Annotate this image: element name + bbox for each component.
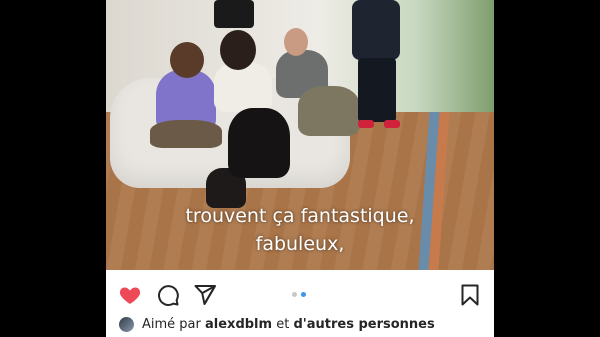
share-button[interactable] <box>193 283 217 307</box>
person-seated-2-head <box>220 30 256 70</box>
liker-username-link[interactable]: alexdblm <box>205 317 272 332</box>
liker-avatar[interactable] <box>119 317 134 332</box>
send-icon <box>194 285 216 305</box>
likes-others-link[interactable]: d'autres personnes <box>293 317 434 332</box>
comment-icon <box>158 285 179 306</box>
person-standing-legs <box>358 58 396 122</box>
post-action-bar <box>106 271 494 317</box>
like-button[interactable] <box>118 283 142 307</box>
subtitle-line-2: fabuleux, <box>255 233 345 255</box>
likes-connector: et <box>276 317 290 332</box>
person-standing-shoe <box>384 120 400 128</box>
subtitle-line-1: trouvent ça fantastique, <box>185 205 415 227</box>
person-background <box>214 0 254 28</box>
person-seated-2 <box>214 62 272 112</box>
instagram-post: trouvent ça fantastique, fabuleux, Aimé … <box>106 0 494 337</box>
person-standing-shoe <box>358 120 374 128</box>
person-standing <box>352 0 400 60</box>
likes-summary: Aimé par alexdblm et d'autres personnes <box>118 316 494 336</box>
carousel-dot <box>292 292 297 297</box>
carousel-dot-active <box>301 292 306 297</box>
comment-button[interactable] <box>156 283 180 307</box>
post-video[interactable]: trouvent ça fantastique, fabuleux, <box>106 0 494 270</box>
save-button[interactable] <box>458 283 482 307</box>
heart-filled-icon <box>119 287 141 304</box>
person-seated-3-pants <box>298 86 360 136</box>
person-seated-1-skirt <box>150 120 222 148</box>
person-seated-3-head <box>284 28 308 56</box>
person-seated-2-legs <box>228 108 290 178</box>
likes-text: Aimé par alexdblm et d'autres personnes <box>142 317 435 332</box>
person-seated-1-head <box>170 42 204 78</box>
likes-prefix: Aimé par <box>142 317 201 332</box>
carousel-indicator <box>292 292 312 298</box>
bookmark-icon <box>461 284 479 306</box>
